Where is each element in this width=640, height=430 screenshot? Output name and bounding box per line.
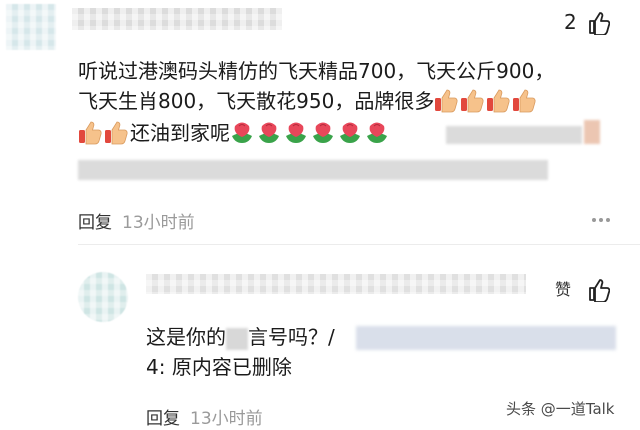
thumbs-up-emoji — [487, 89, 510, 113]
rose-emoji — [367, 122, 387, 143]
blurred-text — [226, 327, 248, 350]
replier-name-blurred[interactable] — [146, 274, 526, 294]
thumbs-up-emoji — [79, 121, 102, 145]
comment-line-1: 听说过港澳码头精仿的飞天精品700，飞天公斤900， — [78, 59, 555, 83]
rose-emoji — [286, 122, 306, 143]
thumbs-up-emoji-group — [434, 89, 538, 113]
comment-time: 13小时前 — [122, 213, 195, 233]
more-options-icon[interactable] — [590, 216, 612, 224]
author-tag: 赞 — [555, 280, 572, 299]
thumbs-up-emoji — [461, 89, 484, 113]
replier-avatar[interactable] — [78, 272, 128, 322]
reply-button[interactable]: 回复 — [146, 409, 180, 429]
reply-line-2: 4: 原内容已删除 — [146, 355, 292, 379]
rose-emoji — [340, 122, 360, 143]
commenter-name-blurred[interactable] — [72, 8, 282, 30]
rose-emoji-group — [230, 121, 392, 145]
comment-line-2-text: 飞天生肖800，飞天散花950，品牌很多 — [78, 89, 435, 113]
like-count: 2 — [564, 10, 577, 34]
thumbs-up-emoji-group — [78, 121, 130, 145]
commenter-avatar[interactable] — [6, 4, 56, 50]
reply-time: 13小时前 — [190, 409, 263, 429]
comment-line-3: 还油到家呢 — [78, 118, 392, 148]
like-thumb-icon[interactable] — [588, 278, 610, 302]
blurred-emoji — [584, 120, 600, 144]
reply-line-1: 这是你的 言号吗？/ — [146, 322, 335, 352]
comment-meta: 回复 13小时前 — [78, 208, 195, 233]
rose-emoji — [232, 122, 252, 143]
comment-line-2: 飞天生肖800，飞天散花950，品牌很多 — [78, 86, 538, 116]
comment-line-3-text: 还油到家呢 — [130, 121, 230, 145]
reply-text-after: 言号吗？/ — [248, 325, 335, 349]
thumbs-up-emoji — [435, 89, 458, 113]
reply-text-before: 这是你的 — [146, 325, 226, 349]
divider — [78, 244, 640, 245]
blurred-text — [446, 126, 582, 144]
thumbs-up-emoji — [105, 121, 128, 145]
blurred-text — [78, 160, 548, 180]
rose-emoji — [259, 122, 279, 143]
blurred-link — [356, 326, 616, 350]
watermark: 头条 @一道Talk — [506, 400, 615, 418]
reply-meta: 回复 13小时前 — [146, 404, 263, 429]
rose-emoji — [313, 122, 333, 143]
like-thumb-icon[interactable] — [588, 11, 610, 35]
reply-button[interactable]: 回复 — [78, 213, 112, 233]
thumbs-up-emoji — [513, 89, 536, 113]
